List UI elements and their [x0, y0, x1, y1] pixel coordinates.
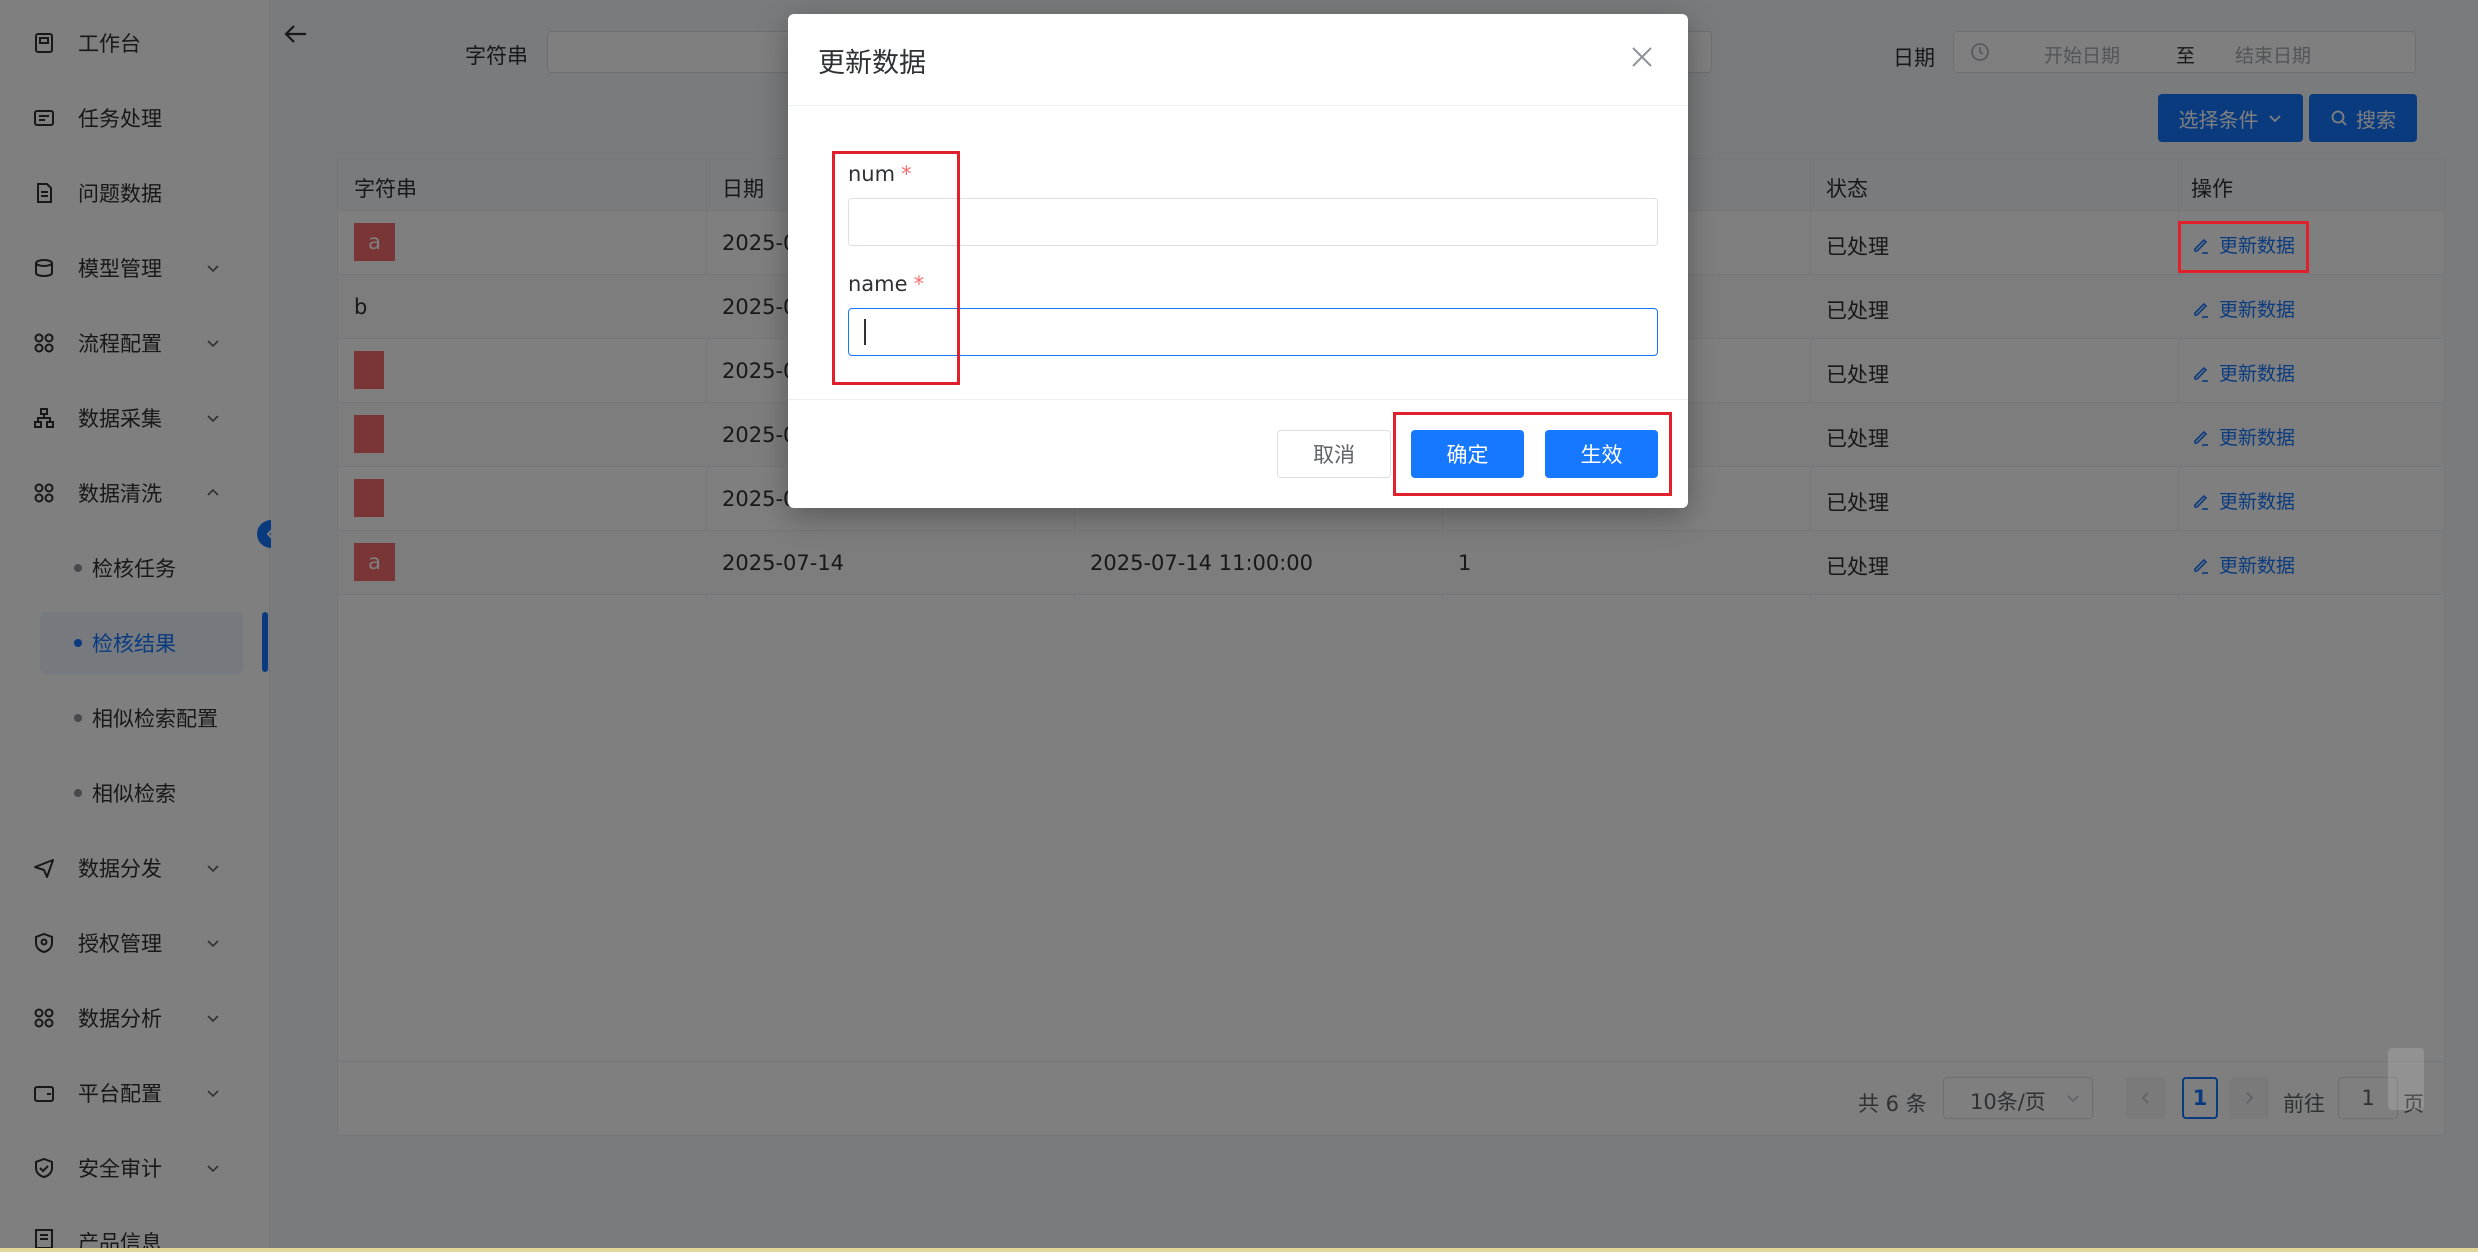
dialog-header: 更新数据 [788, 14, 1688, 106]
name-input[interactable] [848, 308, 1658, 356]
bottom-edge [0, 1248, 2478, 1252]
scroll-to-top-hint[interactable] [2388, 1048, 2424, 1110]
update-data-dialog: 更新数据 num * name * 取消 确定 生效 [788, 14, 1688, 508]
dialog-title: 更新数据 [818, 48, 926, 79]
annotation-box-form-labels [832, 151, 960, 385]
cancel-button[interactable]: 取消 [1277, 430, 1391, 478]
dialog-footer-divider [788, 399, 1688, 400]
annotation-box-update-link [2178, 221, 2309, 273]
annotation-box-action-buttons [1393, 412, 1672, 496]
close-icon[interactable] [1629, 44, 1655, 70]
num-input[interactable] [848, 198, 1658, 246]
